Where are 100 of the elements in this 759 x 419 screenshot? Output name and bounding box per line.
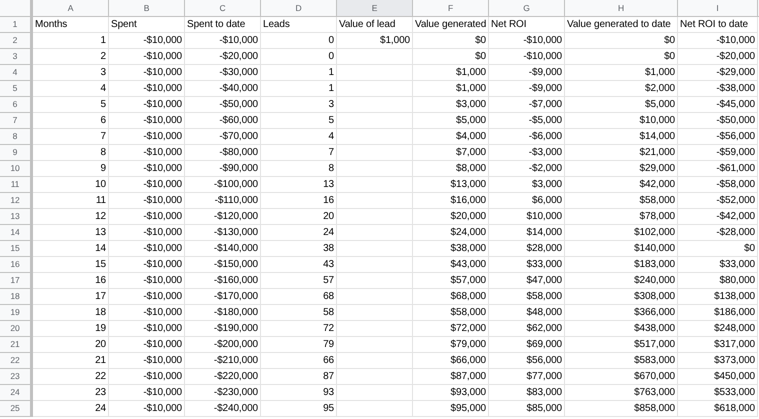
table-cell: 13 bbox=[261, 177, 337, 193]
row-number[interactable]: 23 bbox=[0, 369, 33, 385]
row-number[interactable]: 20 bbox=[0, 321, 33, 337]
row-number[interactable]: 22 bbox=[0, 353, 33, 369]
table-cell: Spent to date bbox=[185, 17, 261, 33]
table-cell: -$9,000 bbox=[489, 65, 565, 81]
table-cell: -$200,000 bbox=[185, 337, 261, 353]
table-cell: 15 bbox=[33, 257, 109, 273]
row-number[interactable]: 6 bbox=[0, 97, 33, 113]
table-cell: $7,000 bbox=[413, 145, 489, 161]
table-cell: $58,000 bbox=[489, 289, 565, 305]
table-cell: 72 bbox=[261, 321, 337, 337]
table-cell: 20 bbox=[33, 337, 109, 353]
table-cell: -$10,000 bbox=[678, 33, 758, 49]
table-cell: 43 bbox=[261, 257, 337, 273]
table-cell: $16,000 bbox=[413, 193, 489, 209]
table-cell: -$56,000 bbox=[678, 129, 758, 145]
row-number[interactable]: 25 bbox=[0, 401, 33, 417]
table-cell: $78,000 bbox=[565, 209, 678, 225]
table-cell: Months bbox=[33, 17, 109, 33]
table-cell: $79,000 bbox=[413, 337, 489, 353]
table-cell: -$10,000 bbox=[109, 225, 185, 241]
table-cell: 10 bbox=[33, 177, 109, 193]
table-cell: $858,000 bbox=[565, 401, 678, 417]
table-cell: -$240,000 bbox=[185, 401, 261, 417]
row-number[interactable]: 8 bbox=[0, 129, 33, 145]
table-cell: -$10,000 bbox=[109, 113, 185, 129]
table-cell: 7 bbox=[261, 145, 337, 161]
table-cell: $317,000 bbox=[678, 337, 758, 353]
row-number[interactable]: 11 bbox=[0, 177, 33, 193]
row-number[interactable]: 18 bbox=[0, 289, 33, 305]
table-cell: 5 bbox=[261, 113, 337, 129]
table-cell: 18 bbox=[33, 305, 109, 321]
row-number[interactable]: 7 bbox=[0, 113, 33, 129]
table-cell: $3,000 bbox=[489, 177, 565, 193]
table-cell: -$30,000 bbox=[185, 65, 261, 81]
table-cell: $1,000 bbox=[413, 81, 489, 97]
table-cell: -$80,000 bbox=[185, 145, 261, 161]
row-number[interactable]: 21 bbox=[0, 337, 33, 353]
row-number[interactable]: 9 bbox=[0, 145, 33, 161]
table-cell: $438,000 bbox=[565, 321, 678, 337]
table-cell: 22 bbox=[33, 369, 109, 385]
table-cell: 4 bbox=[33, 81, 109, 97]
table-cell: -$220,000 bbox=[185, 369, 261, 385]
table-cell: $186,000 bbox=[678, 305, 758, 321]
row-number[interactable]: 19 bbox=[0, 305, 33, 321]
row-number[interactable]: 14 bbox=[0, 225, 33, 241]
table-cell: -$10,000 bbox=[109, 241, 185, 257]
table-cell: -$45,000 bbox=[678, 97, 758, 113]
table-cell: $248,000 bbox=[678, 321, 758, 337]
table-cell: $1,000 bbox=[565, 65, 678, 81]
row-number[interactable]: 13 bbox=[0, 209, 33, 225]
table-cell: 16 bbox=[33, 273, 109, 289]
table-cell: -$10,000 bbox=[109, 401, 185, 417]
table-cell: 16 bbox=[261, 193, 337, 209]
row-number[interactable]: 3 bbox=[0, 49, 33, 65]
row-number[interactable]: 10 bbox=[0, 161, 33, 177]
table-cell: $80,000 bbox=[678, 273, 758, 289]
table-cell: -$7,000 bbox=[489, 97, 565, 113]
table-cell: $58,000 bbox=[565, 193, 678, 209]
table-cell: $21,000 bbox=[565, 145, 678, 161]
table-cell: -$61,000 bbox=[678, 161, 758, 177]
table-cell: -$10,000 bbox=[109, 193, 185, 209]
table-cell: 38 bbox=[261, 241, 337, 257]
table-cell: -$10,000 bbox=[489, 49, 565, 65]
column-header[interactable]: E bbox=[337, 0, 413, 16]
table-cell: -$90,000 bbox=[185, 161, 261, 177]
table-cell: 58 bbox=[261, 305, 337, 321]
table-cell: Value generated to date bbox=[565, 17, 678, 33]
table-cell: $3,000 bbox=[413, 97, 489, 113]
table-cell: -$150,000 bbox=[185, 257, 261, 273]
table-cell: -$60,000 bbox=[185, 113, 261, 129]
table-cell: 68 bbox=[261, 289, 337, 305]
row-number[interactable]: 24 bbox=[0, 385, 33, 401]
table-cell: -$10,000 bbox=[109, 289, 185, 305]
table-cell: $366,000 bbox=[565, 305, 678, 321]
table-cell: -$10,000 bbox=[109, 161, 185, 177]
table-cell: $38,000 bbox=[413, 241, 489, 257]
row-number[interactable]: 2 bbox=[0, 33, 33, 49]
table-cell: $42,000 bbox=[565, 177, 678, 193]
table-cell: $10,000 bbox=[565, 113, 678, 129]
row-number[interactable]: 1 bbox=[0, 17, 33, 33]
row-number[interactable]: 15 bbox=[0, 241, 33, 257]
table-cell: -$42,000 bbox=[678, 209, 758, 225]
table-cell: $763,000 bbox=[565, 385, 678, 401]
row-number[interactable]: 17 bbox=[0, 273, 33, 289]
table-cell: 4 bbox=[261, 129, 337, 145]
table-cell: $24,000 bbox=[413, 225, 489, 241]
row-number[interactable]: 12 bbox=[0, 193, 33, 209]
table-cell: -$6,000 bbox=[489, 129, 565, 145]
row-number[interactable]: 16 bbox=[0, 257, 33, 273]
table-cell: $56,000 bbox=[489, 353, 565, 369]
table-cell: 1 bbox=[261, 81, 337, 97]
table-cell: -$230,000 bbox=[185, 385, 261, 401]
row-number[interactable]: 5 bbox=[0, 81, 33, 97]
table-cell: $47,000 bbox=[489, 273, 565, 289]
table-cell: $33,000 bbox=[678, 257, 758, 273]
row-number[interactable]: 4 bbox=[0, 65, 33, 81]
table-cell: 2 bbox=[33, 49, 109, 65]
table-cell: $0 bbox=[413, 33, 489, 49]
